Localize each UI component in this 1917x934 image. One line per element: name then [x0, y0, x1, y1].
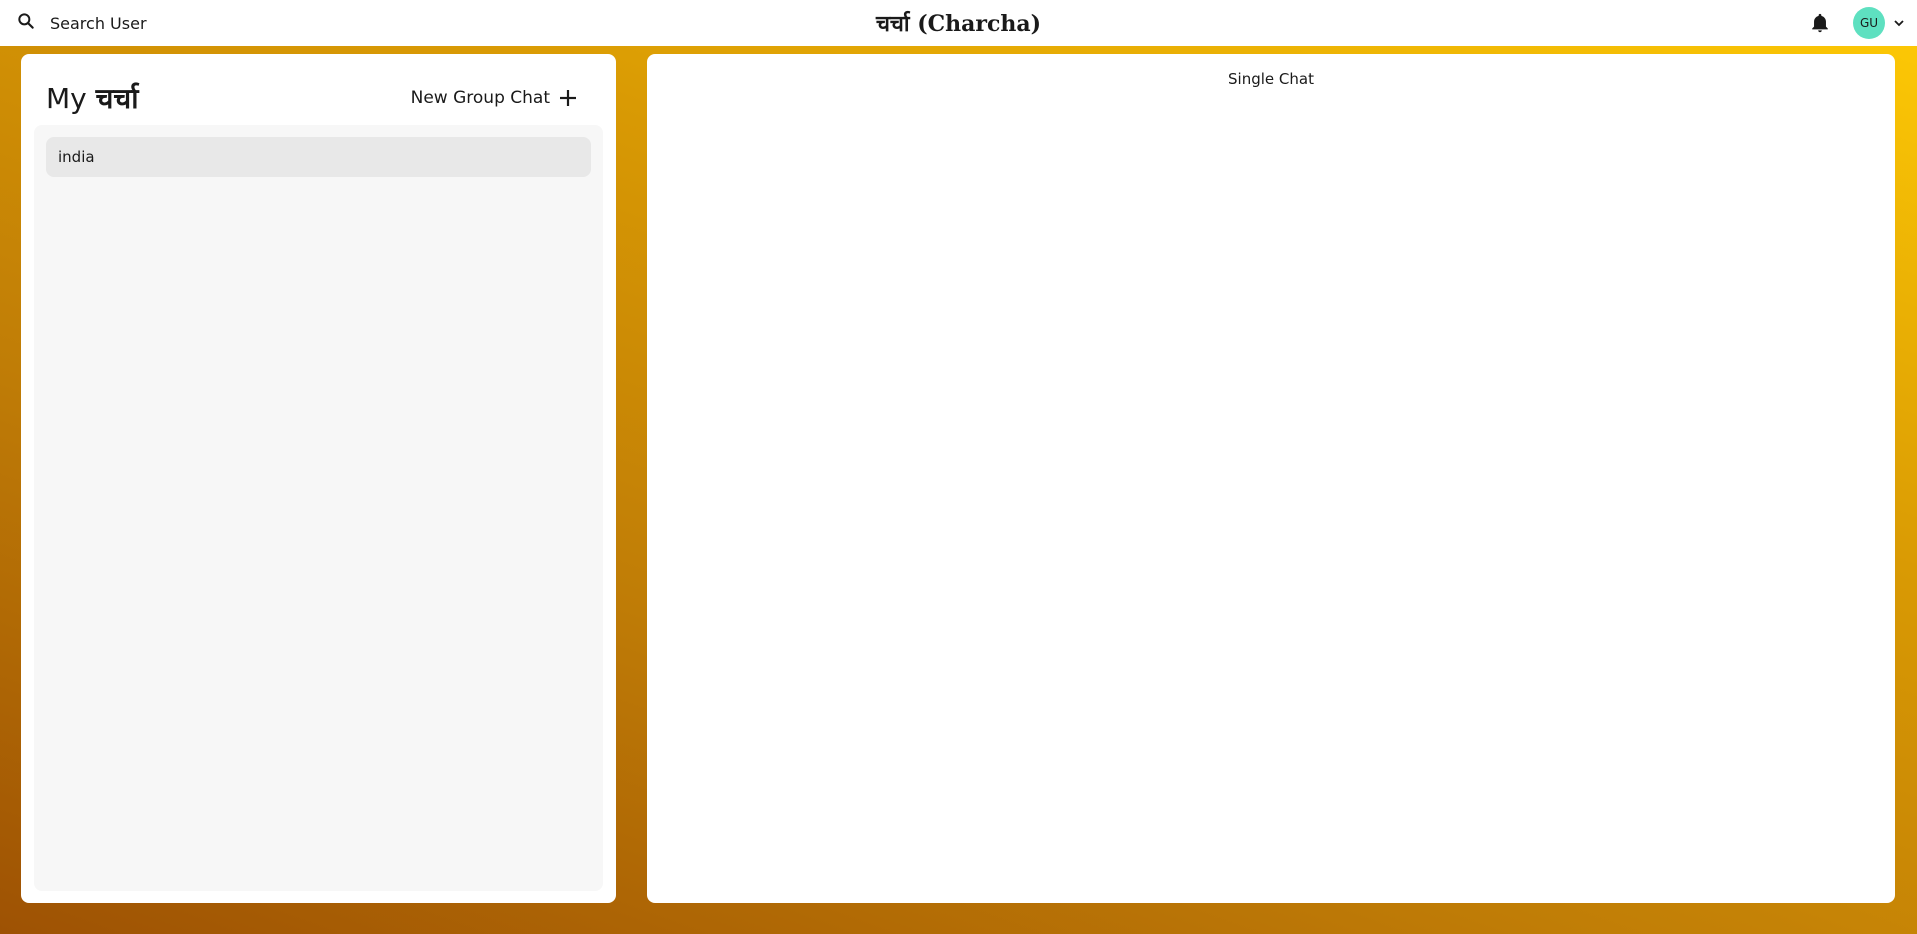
search-icon — [16, 11, 36, 35]
chat-list-item[interactable]: india — [46, 137, 591, 177]
my-chats-title: My चर्चा — [46, 79, 138, 117]
search-user-button[interactable]: Search User — [16, 11, 147, 35]
app-title: चर्चा (Charcha) — [875, 11, 1042, 37]
my-chats-panel: My चर्चा New Group Chat india — [21, 54, 616, 903]
search-user-label: Search User — [50, 13, 147, 33]
my-chats-title-hindi: चर्चा — [95, 82, 139, 115]
chat-list: india — [34, 125, 603, 891]
top-bar: Search User चर्चा (Charcha) GU — [0, 0, 1917, 46]
top-right-controls: GU — [1809, 7, 1905, 39]
profile-menu-button[interactable]: GU — [1853, 7, 1905, 39]
single-chat-label: Single Chat — [1228, 70, 1314, 88]
plus-icon — [558, 88, 578, 108]
chat-name: india — [58, 148, 95, 166]
avatar: GU — [1853, 7, 1885, 39]
bell-icon[interactable] — [1809, 12, 1831, 34]
single-chat-panel: Single Chat — [647, 54, 1895, 903]
my-chats-title-prefix: My — [46, 82, 87, 115]
new-group-chat-button[interactable]: New Group Chat — [411, 88, 578, 108]
my-chats-header: My चर्चा New Group Chat — [21, 54, 616, 126]
chevron-down-icon — [1893, 17, 1905, 29]
new-group-chat-label: New Group Chat — [410, 88, 550, 108]
